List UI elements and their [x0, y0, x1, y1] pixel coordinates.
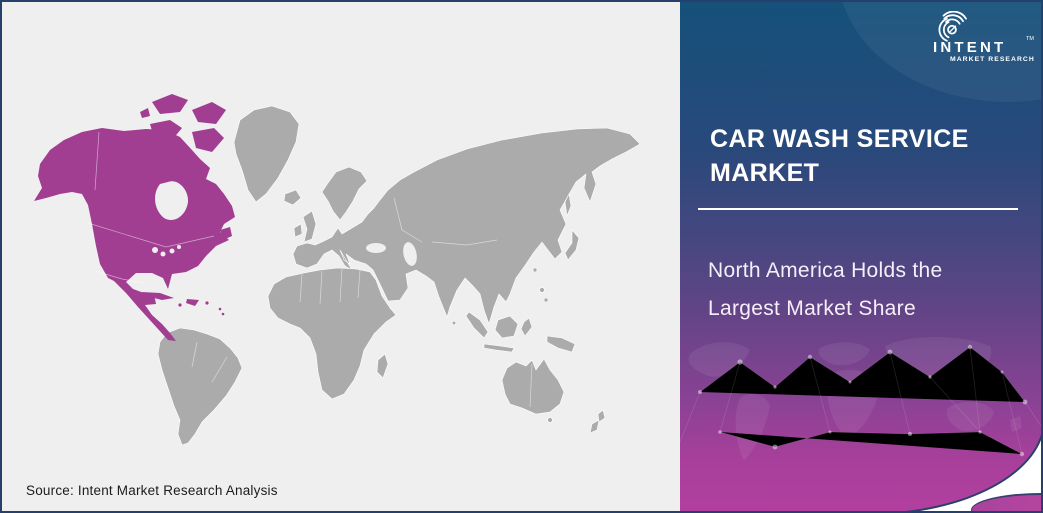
trademark-symbol: TM: [1026, 36, 1034, 42]
title-divider: [698, 208, 1018, 210]
report-title: CAR WASH SERVICE MARKET: [710, 125, 969, 187]
brand-logo: INTENT TM MARKET RESEARCH: [933, 11, 1034, 65]
world-map: [34, 94, 641, 446]
constellation-lines: [680, 346, 1041, 455]
world-map-panel: Source: Intent Market Research Analysis: [2, 2, 680, 511]
infographic-canvas: Source: Intent Market Research Analysis: [0, 0, 1043, 513]
report-subtitle: North America Holds the Largest Market S…: [708, 259, 943, 321]
info-panel: INTENT TM MARKET RESEARCH CAR WASH SERVI…: [680, 2, 1041, 511]
source-note: Source: Intent Market Research Analysis: [26, 483, 278, 498]
brand-name: INTENT: [933, 39, 1007, 56]
north-america-highlight: [34, 94, 235, 341]
faint-world-map: [688, 337, 1022, 460]
brand-tagline: MARKET RESEARCH: [950, 56, 1035, 63]
corner-accent-shape: [971, 493, 1041, 511]
constellation-nodes: [698, 344, 1028, 457]
world-land-gray: [157, 105, 641, 446]
